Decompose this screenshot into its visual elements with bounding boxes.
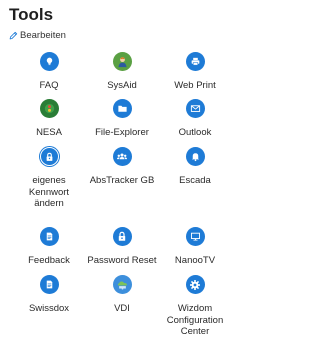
edit-link-label: Bearbeiten: [20, 29, 66, 41]
tile-label: AbsTracker GB: [89, 175, 155, 186]
lock-icon: [39, 147, 59, 166]
tile-label: NESA: [36, 127, 62, 138]
tile-label: Swissdox: [28, 303, 70, 314]
tile-label: FAQ: [39, 80, 59, 91]
tile-label: Wizdom Configuration Center: [166, 303, 224, 337]
monitor-icon: [185, 227, 205, 246]
tile-vdi[interactable]: VDI: [82, 275, 162, 315]
tile-wizdom-config[interactable]: Wizdom Configuration Center: [155, 275, 235, 338]
tile-nanootv[interactable]: NanooTV: [155, 227, 235, 267]
tile-abstracker[interactable]: AbsTracker GB: [82, 147, 162, 187]
edit-link[interactable]: Bearbeiten: [9, 28, 66, 42]
tile-label: Password Reset: [87, 255, 157, 266]
envelope-icon: [185, 99, 205, 118]
page-title: Tools: [9, 5, 54, 24]
tile-label: VDI: [114, 303, 130, 314]
tile-label: NanooTV: [174, 255, 216, 266]
lightbulb-icon: [39, 52, 59, 71]
tile-label: SysAid: [107, 80, 137, 91]
bell-icon: [185, 147, 205, 166]
document-icon: [39, 227, 59, 246]
pencil-icon: [9, 31, 18, 39]
tile-label: Feedback: [28, 255, 70, 266]
tile-swissdox[interactable]: Swissdox: [9, 275, 89, 315]
tile-password-reset[interactable]: Password Reset: [82, 227, 162, 267]
tile-sysaid[interactable]: SysAid: [82, 52, 162, 92]
gear-icon: [185, 275, 205, 294]
users-icon: [112, 147, 132, 166]
tile-label: File-Explorer: [95, 127, 149, 138]
tile-feedback[interactable]: Feedback: [9, 227, 89, 267]
user-avatar-icon: [112, 52, 132, 71]
tile-escada[interactable]: Escada: [155, 147, 235, 187]
tile-change-password[interactable]: eigenes Kennwort ändern: [9, 147, 89, 210]
tile-outlook[interactable]: Outlook: [155, 99, 235, 139]
folder-icon: [112, 99, 132, 118]
lock-icon: [112, 227, 132, 246]
tile-label: Web Print: [174, 80, 216, 91]
tile-web-print[interactable]: Web Print: [155, 52, 235, 92]
tile-label: Escada: [179, 175, 211, 186]
tile-label: eigenes Kennwort ändern: [28, 175, 70, 209]
tile-file-explorer[interactable]: File-Explorer: [82, 99, 162, 139]
cloud-display-icon: [112, 275, 132, 294]
tile-nesa[interactable]: NESA: [9, 99, 89, 139]
nesa-logo-icon: [39, 99, 59, 118]
printer-icon: [185, 52, 205, 71]
document-icon: [39, 275, 59, 294]
tile-label: Outlook: [178, 127, 212, 138]
tile-faq[interactable]: FAQ: [9, 52, 89, 92]
